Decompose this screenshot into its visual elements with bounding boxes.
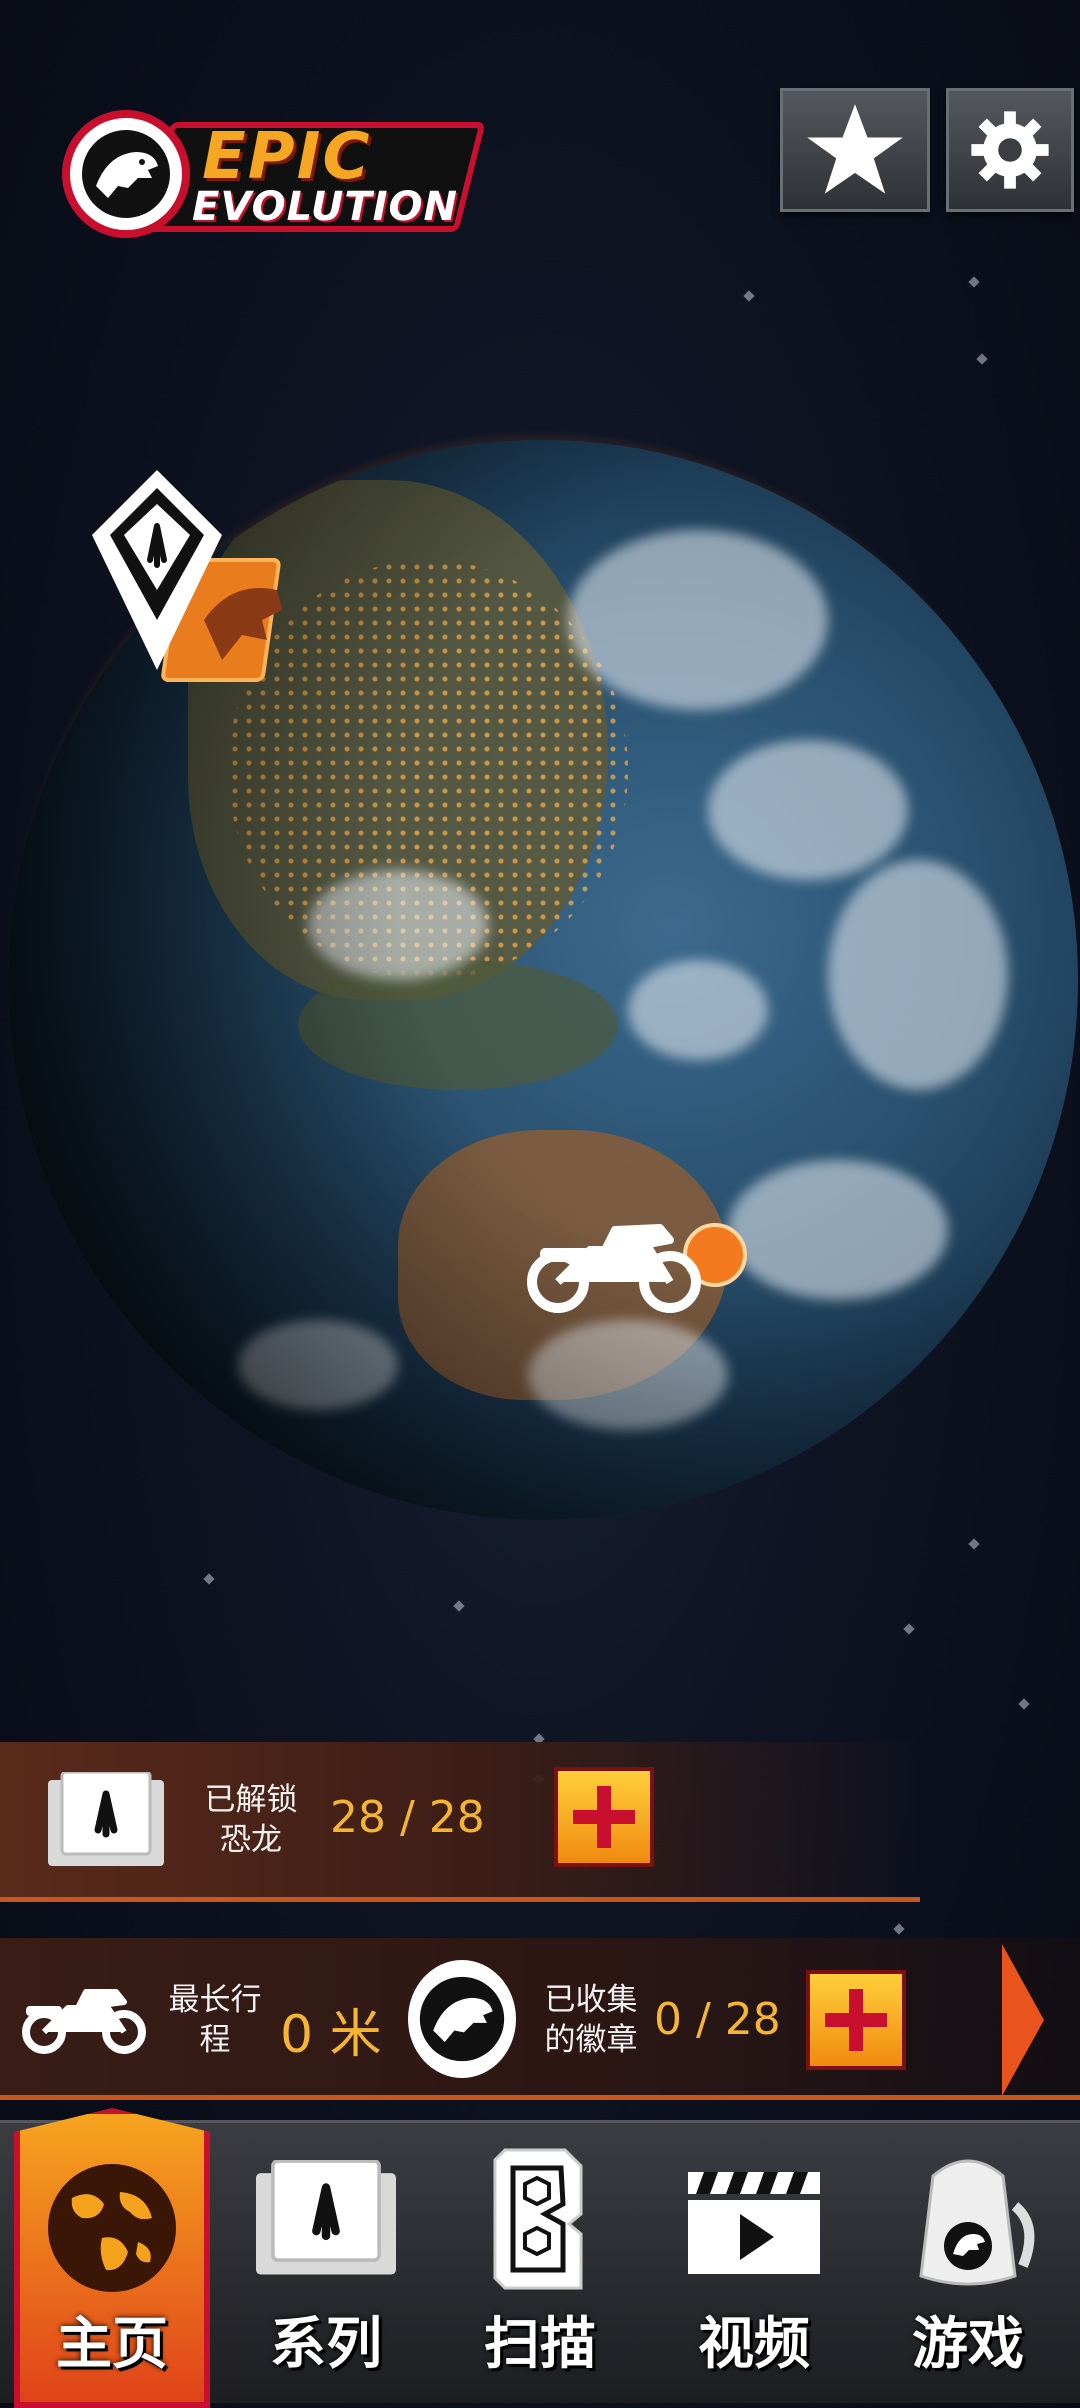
logo-line2: EVOLUTION — [192, 184, 459, 230]
settings-button[interactable] — [946, 88, 1074, 212]
dinosaur-location-marker[interactable] — [92, 470, 302, 690]
nav-home-label: 主页 — [56, 2312, 168, 2377]
backpack-icon — [919, 2159, 1035, 2286]
motorcycle-stat-icon — [20, 1982, 150, 2062]
unlocked-dinos-label: 已解锁 恐龙 — [204, 1782, 298, 1858]
collection-icon — [256, 2160, 396, 2275]
nav-scan-label: 扫描 — [484, 2312, 596, 2377]
star-icon — [807, 104, 903, 194]
epic-evolution-logo: EPIC EVOLUTION — [62, 110, 486, 240]
video-icon — [688, 2172, 820, 2274]
add-dinos-button[interactable] — [554, 1767, 654, 1867]
nav-video[interactable]: 视频 — [654, 2130, 854, 2400]
favorites-button[interactable] — [780, 88, 930, 212]
dino-footprint-icon — [92, 470, 282, 682]
longest-distance-label: 最长行 程 — [168, 1982, 262, 2058]
scan-icon — [493, 2148, 583, 2290]
nav-video-label: 视频 — [698, 2312, 810, 2377]
nav-collection-label: 系列 — [270, 2312, 382, 2377]
logo-line1: EPIC — [202, 120, 372, 194]
nav-games-label: 游戏 — [912, 2312, 1024, 2377]
motorcycle-icon — [527, 1223, 747, 1313]
add-badges-button[interactable] — [806, 1970, 906, 2070]
nav-home[interactable]: 主页 — [12, 2130, 212, 2400]
unlocked-dinos-value: 28 / 28 — [330, 1792, 485, 1843]
badges-collected-label: 已收集 的徽章 — [544, 1982, 638, 2058]
nav-games[interactable]: 游戏 — [868, 2130, 1068, 2400]
player-location-marker[interactable] — [520, 1200, 760, 1320]
collection-card-icon — [48, 1770, 164, 1872]
next-arrow-button[interactable] — [1002, 1944, 1044, 2096]
badges-collected-value: 0 / 28 — [654, 1994, 781, 2045]
jurassic-badge-icon — [408, 1960, 516, 2078]
gear-icon — [971, 111, 1049, 189]
nav-scan[interactable]: 扫描 — [440, 2130, 640, 2400]
globe-icon — [48, 2164, 176, 2292]
nav-collection[interactable]: 系列 — [226, 2130, 426, 2400]
jurassic-world-emblem-icon — [62, 110, 190, 238]
longest-distance-value: 0 米 — [280, 2005, 382, 2065]
